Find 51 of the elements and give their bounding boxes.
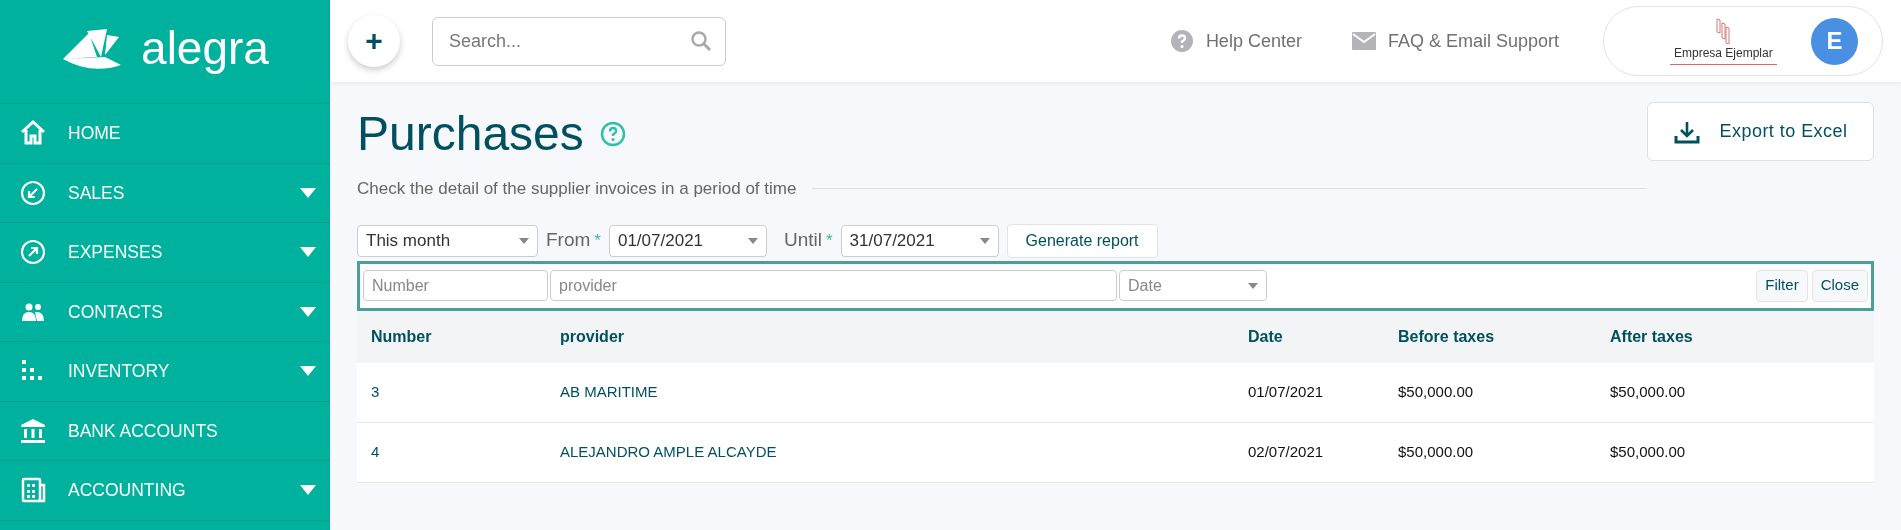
mail-icon [1351,32,1376,50]
caret-icon [519,237,529,244]
download-icon [1673,119,1700,144]
table-cell-text: $50,000.00 [1398,381,1475,402]
until-date-field[interactable]: 31/07/2021 [840,224,999,257]
company-logo-icon [1715,17,1732,44]
page-subtitle: Check the detail of the supplier invoices in a period of time [357,178,797,200]
arrow-circle-icon [20,239,46,266]
from-label: From [546,228,591,253]
column-header: Before taxes [1398,326,1496,347]
table-cell[interactable]: AB MARITIME [560,380,1248,404]
from-date-field[interactable]: 01/07/2021 [608,224,767,257]
help-icon[interactable] [599,121,626,147]
search-field[interactable]: Search... [432,16,726,66]
column-header: Number [371,326,433,347]
company-name: Empresa Ejemplar [1670,43,1777,65]
filter-button[interactable]: Filter [1756,269,1808,302]
table-cell[interactable]: 3 [371,380,560,404]
help-center-link[interactable]: Help Center [1169,27,1302,55]
close-button[interactable]: Close [1811,269,1868,302]
table-cell-text: 01/07/2021 [1248,381,1325,402]
bank-icon [20,417,46,444]
column-header: After taxes [1610,326,1694,347]
until-label: Until [783,228,822,253]
calculator-icon [20,477,46,504]
export-button[interactable]: Export to Excel [1647,102,1874,161]
add-button[interactable]: + [348,15,400,67]
period-select[interactable]: This month [357,224,538,257]
caret-icon [979,237,990,244]
search-icon [690,29,712,52]
table-cell-text: $50,000.00 [1398,441,1475,462]
home-icon [20,120,46,147]
required-mark: * [594,229,601,252]
column-header: provider [560,326,625,347]
required-mark: * [825,229,833,252]
provider-filter-field[interactable]: provider [550,270,1117,301]
help-icon [1169,29,1194,53]
table-cell-text: $50,000.00 [1610,441,1687,462]
caret-icon [1248,282,1258,289]
generate-report-button[interactable]: Generate report [1006,223,1158,258]
arrow-circle-icon [20,179,46,206]
table-cell-text: $50,000.00 [1610,381,1687,402]
caret-icon [747,237,758,244]
page-title: Purchases [357,110,584,158]
table-cell-text: 02/07/2021 [1248,441,1325,462]
column-header: Date [1248,326,1284,347]
date-filter-select[interactable]: Date [1119,270,1267,301]
table-cell[interactable]: ALEJANDRO AMPLE ALCAYDE [560,440,1248,464]
support-link[interactable]: FAQ & Email Support [1351,27,1559,55]
number-filter-field[interactable]: Number [363,270,548,301]
table-cell[interactable]: 4 [371,440,560,464]
